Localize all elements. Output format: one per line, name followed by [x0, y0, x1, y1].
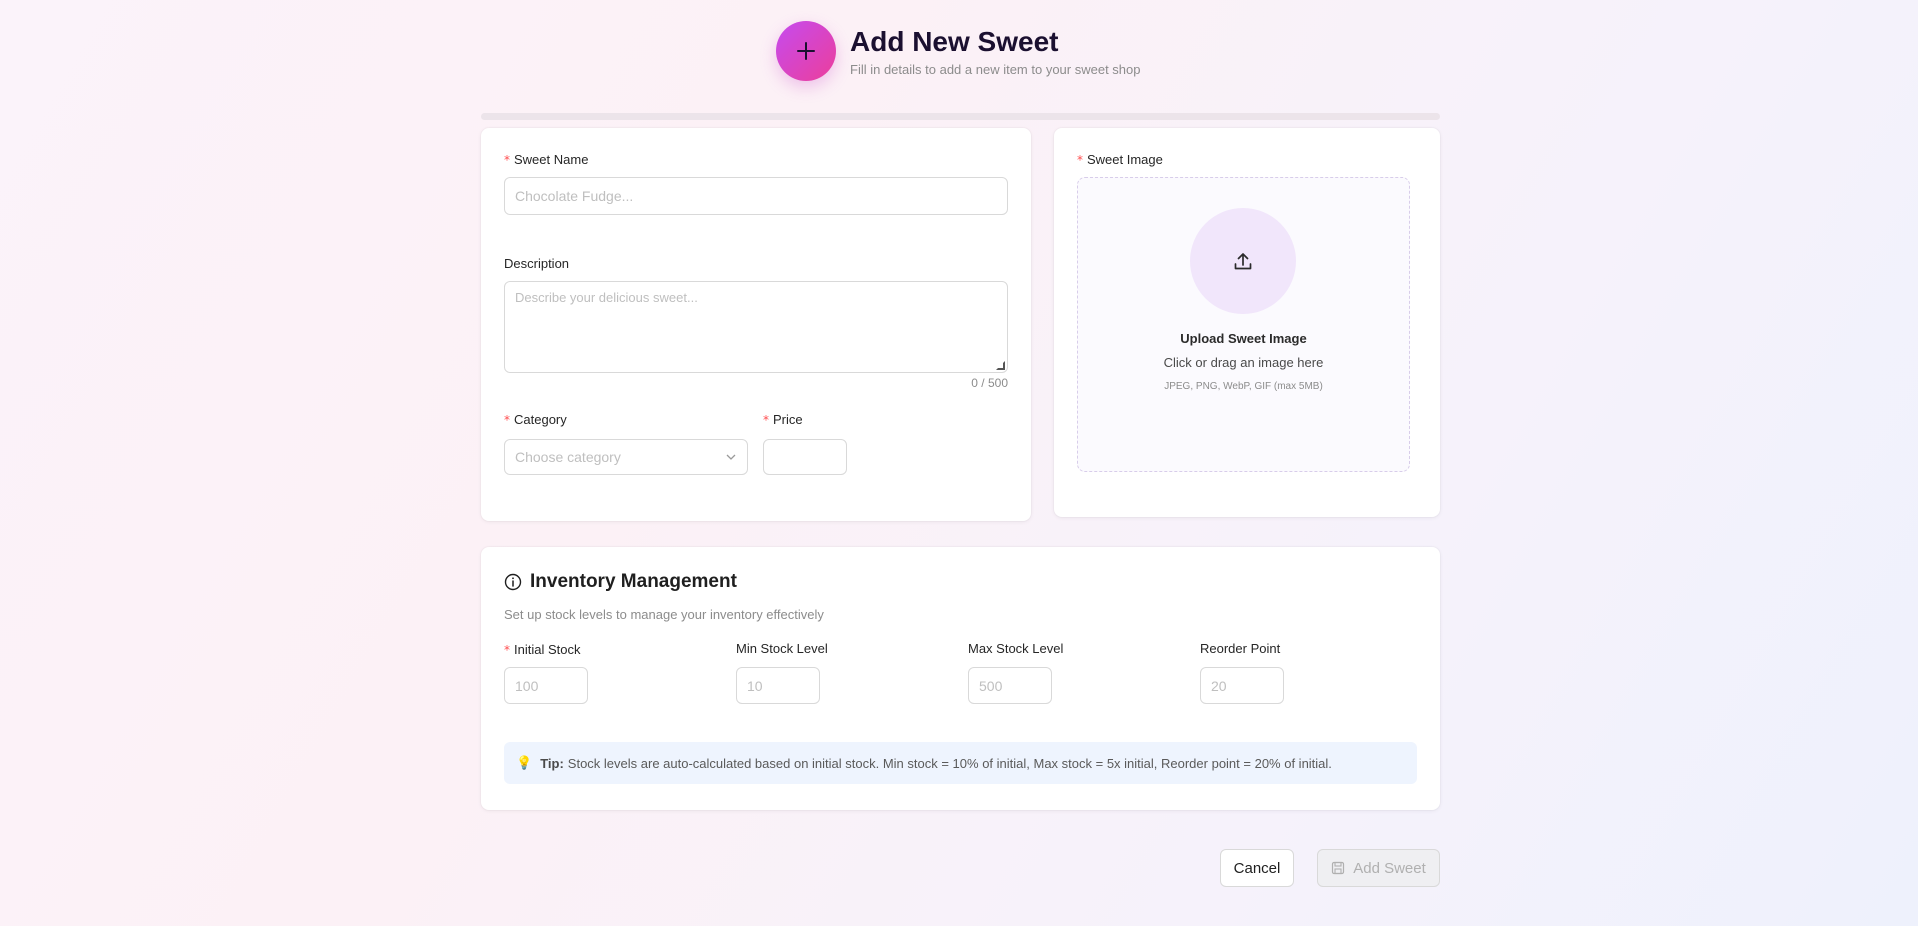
sweet-image-label: * Sweet Image — [1077, 152, 1163, 167]
required-marker: * — [504, 413, 510, 427]
add-sweet-button[interactable]: Add Sweet — [1317, 849, 1440, 887]
cancel-label: Cancel — [1233, 859, 1281, 877]
tip-text: Stock levels are auto-calculated based o… — [567, 755, 1332, 771]
inventory-title: Inventory Management — [530, 571, 737, 592]
image-dropzone[interactable]: Upload Sweet Image Click or drag an imag… — [1077, 177, 1410, 472]
max-stock-placeholder: 500 — [979, 677, 1003, 694]
min-stock-input[interactable]: 10 — [736, 667, 820, 704]
upload-subtitle: Click or drag an image here — [1163, 355, 1324, 370]
description-label: Description — [504, 256, 570, 271]
price-label: * Price — [763, 412, 803, 427]
page-header: Add New Sweet Fill in details to add a n… — [776, 21, 1140, 81]
category-placeholder: Choose category — [515, 449, 621, 465]
image-upload-card: * Sweet Image Upload Sweet Image Click or… — [1054, 128, 1440, 517]
chevron-down-icon — [726, 454, 736, 460]
description-placeholder: Describe your delicious sweet... — [515, 290, 698, 305]
reorder-point-label: Reorder Point — [1200, 641, 1281, 656]
inventory-card: Inventory Management Set up stock levels… — [481, 547, 1440, 810]
required-marker: * — [504, 643, 510, 657]
cancel-button[interactable]: Cancel — [1220, 849, 1294, 887]
lightbulb-icon: 💡 — [516, 755, 533, 770]
resize-handle[interactable] — [996, 361, 1005, 370]
description-textarea[interactable]: Describe your delicious sweet... — [504, 281, 1008, 373]
upload-icon — [1190, 208, 1296, 314]
category-label: * Category — [504, 412, 567, 427]
sweet-name-label: * Sweet Name — [504, 152, 589, 167]
save-icon — [1332, 861, 1345, 875]
initial-stock-label: * Initial Stock — [504, 642, 581, 657]
tip-box: 💡 Tip: Stock levels are auto-calculated … — [504, 742, 1417, 784]
description-counter: 0 / 500 — [971, 376, 1008, 390]
plus-icon — [776, 21, 836, 81]
page-subtitle: Fill in details to add a new item to you… — [850, 62, 1141, 77]
sweet-name-placeholder: Chocolate Fudge... — [515, 188, 634, 204]
price-input[interactable] — [763, 439, 847, 475]
tip-label: Tip: — [540, 755, 564, 771]
upload-hint: JPEG, PNG, WebP, GIF (max 5MB) — [1164, 381, 1323, 392]
min-stock-label: Min Stock Level — [736, 641, 828, 656]
reorder-point-input[interactable]: 20 — [1200, 667, 1284, 704]
basic-info-card: * Sweet Name Chocolate Fudge... Descripti… — [481, 128, 1031, 521]
category-select[interactable]: Choose category — [504, 439, 748, 475]
max-stock-label: Max Stock Level — [968, 641, 1064, 656]
reorder-point-placeholder: 20 — [1211, 677, 1227, 694]
progress-track — [481, 113, 1440, 120]
min-stock-placeholder: 10 — [747, 677, 763, 694]
initial-stock-input[interactable]: 100 — [504, 667, 588, 704]
page-title: Add New Sweet — [850, 26, 1059, 57]
sweet-name-input[interactable]: Chocolate Fudge... — [504, 177, 1008, 215]
required-marker: * — [504, 153, 510, 167]
initial-stock-placeholder: 100 — [515, 677, 539, 694]
inventory-description: Set up stock levels to manage your inven… — [504, 607, 824, 622]
info-icon — [504, 573, 522, 591]
required-marker: * — [1077, 153, 1083, 167]
upload-title: Upload Sweet Image — [1180, 331, 1307, 346]
max-stock-input[interactable]: 500 — [968, 667, 1052, 704]
add-sweet-label: Add Sweet — [1353, 859, 1426, 877]
inventory-heading: Inventory Management — [504, 571, 737, 593]
required-marker: * — [763, 413, 769, 427]
